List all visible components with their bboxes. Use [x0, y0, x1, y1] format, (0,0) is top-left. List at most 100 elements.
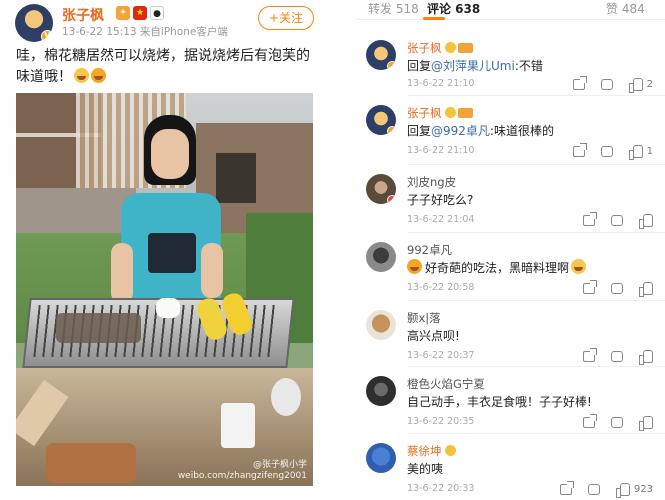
reply-icon[interactable] [600, 79, 613, 90]
share-icon[interactable] [583, 417, 595, 428]
comment-body: :味道很棒的 [489, 124, 554, 138]
comment-actions: 2 [572, 78, 653, 93]
member-icon [457, 43, 473, 53]
comment-divider [407, 433, 665, 434]
comments-panel: 转发 518 评论 638 赞 484 张子枫 回复@刘萍果儿Umi:不错 13… [356, 0, 665, 500]
like-icon[interactable] [628, 145, 643, 160]
commenter-avatar[interactable] [366, 242, 396, 272]
comment-body: 美的咦 [407, 462, 444, 476]
like-icon[interactable] [639, 214, 653, 229]
reply-prefix: 回复 [407, 124, 432, 138]
comment-actions [583, 214, 653, 229]
comment-time: 13-6-22 20:35 [407, 416, 475, 427]
vip-icon [444, 445, 456, 456]
reply-icon[interactable] [611, 283, 623, 294]
weibo-post: V 张子枫 ✦ ★ ● 13-6-22 15:13 来自iPhone客户端 +关… [0, 0, 330, 500]
smile-emoji-icon [571, 259, 587, 274]
smile-emoji-icon [74, 68, 89, 83]
comment-text: 好奇葩的吃法，黑暗料理啊 [407, 259, 587, 276]
comment-divider [407, 164, 665, 165]
photo-watermark: @张子枫小学 weibo.com/zhangzifeng2001 [178, 460, 307, 482]
active-tab-indicator [423, 17, 445, 20]
member-icon [457, 108, 473, 118]
tab-comments[interactable]: 评论 638 [427, 0, 480, 17]
comment-time: 13-6-22 21:10 [407, 145, 475, 156]
laugh-emoji-icon [407, 259, 422, 274]
comment-time: 13-6-22 21:04 [407, 214, 475, 225]
tab-likes[interactable]: 赞 484 [606, 0, 645, 17]
comment-text: 子子好吃么? [407, 191, 473, 208]
comment-actions [583, 282, 653, 297]
commenter-name-text: 张子枫 [407, 106, 442, 120]
commenter-name[interactable]: 颢x|落 [407, 310, 441, 326]
like-count: 2 [646, 79, 653, 90]
comment-text: 美的咦 [407, 460, 443, 477]
commenter-name[interactable]: 张子枫 [407, 40, 473, 56]
comment-actions [583, 416, 653, 431]
commenter-name[interactable]: 张子枫 [407, 105, 473, 121]
comment-divider [407, 95, 665, 96]
share-icon[interactable] [583, 283, 595, 294]
commenter-avatar[interactable] [366, 310, 396, 340]
comment-divider [407, 232, 665, 233]
share-icon[interactable] [583, 351, 595, 362]
mention-link[interactable]: @刘萍果儿Umi [431, 59, 515, 73]
vip-icon [444, 42, 456, 53]
comment-body: 自己动手，丰衣足食哦！子子好棒! [407, 395, 592, 409]
like-icon[interactable] [628, 78, 643, 93]
comment-tabs: 转发 518 评论 638 赞 484 [356, 0, 665, 20]
like-icon[interactable] [615, 483, 630, 498]
tab-reposts[interactable]: 转发 518 [368, 0, 419, 17]
commenter-avatar[interactable] [366, 174, 396, 204]
follow-button[interactable]: +关注 [258, 6, 314, 30]
mention-link[interactable]: @992卓凡 [431, 124, 490, 138]
reply-icon[interactable] [587, 484, 600, 495]
comment-actions: 923 [559, 483, 653, 498]
comment-text: 自己动手，丰衣足食哦！子子好棒! [407, 393, 592, 410]
commenter-avatar[interactable] [366, 105, 396, 135]
post-photo[interactable]: @张子枫小学 weibo.com/zhangzifeng2001 [16, 93, 313, 486]
reply-icon[interactable] [611, 215, 623, 226]
panda-icon: ● [150, 6, 164, 20]
commenter-avatar[interactable] [366, 376, 396, 406]
share-icon[interactable] [572, 79, 585, 90]
like-icon[interactable] [639, 416, 653, 431]
commenter-name[interactable]: 蔡徐坤 [407, 443, 456, 459]
share-icon[interactable] [559, 484, 572, 495]
comment-divider [407, 366, 665, 367]
comment-time: 13-6-22 21:10 [407, 78, 475, 89]
watermark-url: weibo.com/zhangzifeng2001 [177, 471, 307, 481]
share-icon[interactable] [583, 215, 595, 226]
reply-prefix: 回复 [407, 59, 432, 73]
commenter-avatar[interactable] [366, 40, 396, 70]
like-icon[interactable] [639, 282, 653, 297]
reply-icon[interactable] [611, 351, 623, 362]
comment-body: 高兴点呗! [407, 329, 460, 343]
verified-badge-icon [387, 195, 396, 204]
commenter-name-text: 张子枫 [407, 41, 442, 55]
author-badges: ✦ ★ ● [116, 6, 164, 20]
commenter-name[interactable]: 992卓凡 [407, 242, 452, 258]
commenter-avatar[interactable] [366, 443, 396, 473]
comment-actions [583, 350, 653, 365]
reply-icon[interactable] [600, 146, 613, 157]
author-name[interactable]: 张子枫 [62, 5, 104, 25]
like-count: 923 [633, 484, 653, 495]
post-text-body: 哇，棉花糖居然可以烧烤，据说烧烤后有泡芙的味道哦！ [16, 48, 310, 85]
post-text: 哇，棉花糖居然可以烧烤，据说烧烤后有泡芙的味道哦！ [16, 46, 316, 88]
share-icon[interactable] [572, 146, 585, 157]
comment-text: 高兴点呗! [407, 327, 460, 344]
comment-body: 好奇葩的吃法，黑暗料理啊 [425, 261, 570, 275]
commenter-name[interactable]: 刘皮ng皮 [407, 174, 456, 190]
comment-actions: 1 [572, 145, 653, 160]
comment-body: :不错 [514, 59, 543, 73]
flag-icon: ★ [133, 6, 147, 20]
vip-icon [444, 107, 456, 118]
reply-icon[interactable] [611, 417, 623, 428]
author-avatar[interactable]: V [15, 4, 53, 42]
verified-badge-icon [387, 61, 396, 70]
commenter-name[interactable]: 橙色火焰G宁夏 [407, 376, 485, 392]
like-count: 1 [646, 146, 653, 157]
post-meta: 13-6-22 15:13 来自iPhone客户端 [62, 26, 228, 38]
like-icon[interactable] [639, 350, 653, 365]
